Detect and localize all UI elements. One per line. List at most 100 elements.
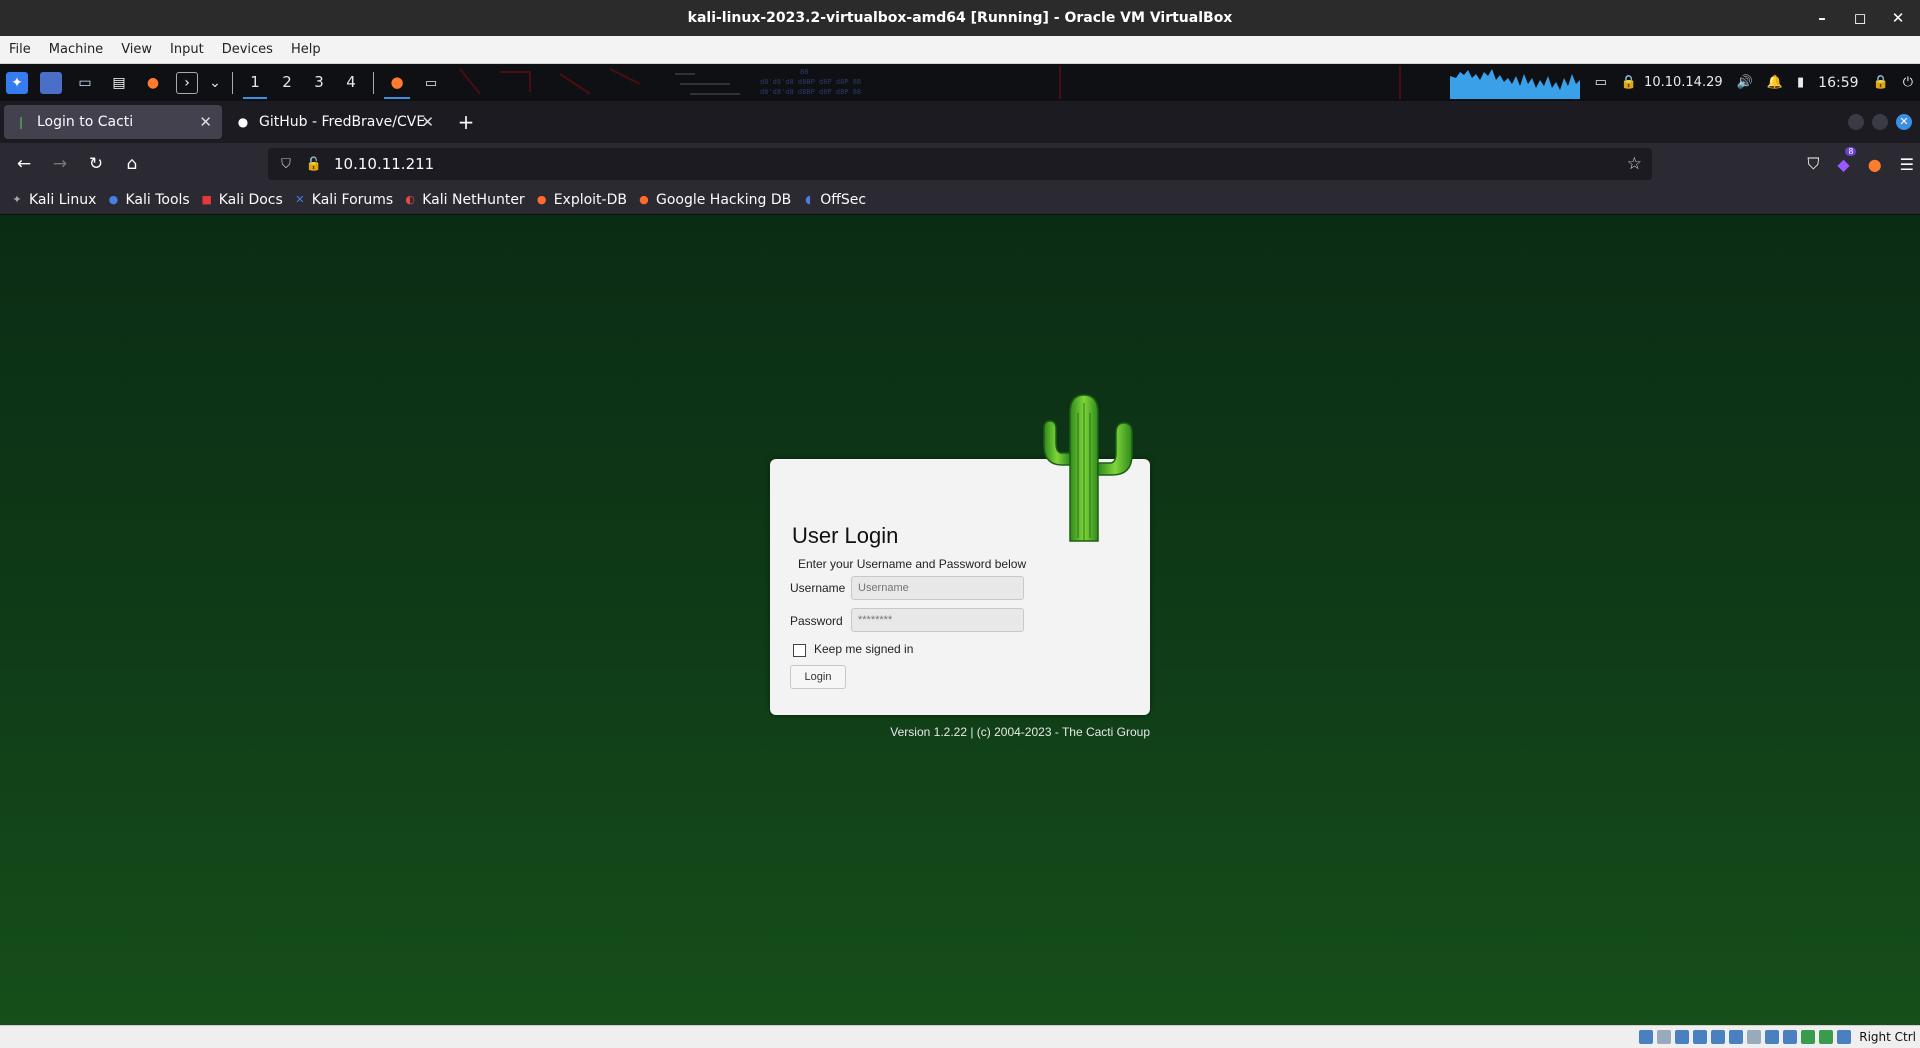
workspace-1[interactable]: 1 <box>239 64 271 101</box>
lock-screen-icon[interactable]: 🔒 <box>1873 75 1889 90</box>
bookmark-label: OffSec <box>820 191 867 208</box>
power-icon[interactable]: ⏻ <box>1903 75 1913 90</box>
extension-badge: 8 <box>1845 146 1857 156</box>
volume-icon[interactable]: 🔊 <box>1737 75 1753 90</box>
bookmark-kali-forums[interactable]: ✕ Kali Forums <box>293 192 393 208</box>
shield-icon[interactable]: ⛉ <box>276 157 296 172</box>
maximize-icon[interactable]: ◻ <box>1852 9 1868 27</box>
offsec-icon: ◖ <box>805 193 812 206</box>
url-text[interactable]: 10.10.11.211 <box>334 155 434 173</box>
bookmark-exploit-db[interactable]: ● Exploit-DB <box>535 192 627 208</box>
vbox-title-bar: kali-linux-2023.2-virtualbox-amd64 [Runn… <box>0 0 1920 36</box>
show-desktop-icon[interactable] <box>40 71 62 94</box>
username-input[interactable] <box>851 576 1024 600</box>
reload-icon[interactable]: ↻ <box>78 154 114 174</box>
guest-additions-icon[interactable] <box>1801 1030 1816 1044</box>
bookmark-kali-linux[interactable]: ✦ Kali Linux <box>10 192 96 208</box>
taskbar-firefox[interactable]: ● <box>380 64 414 101</box>
menu-help[interactable]: Help <box>282 42 330 57</box>
tab-github[interactable]: ● GitHub - FredBrave/CVE- ✕ <box>226 105 444 139</box>
remember-me-label[interactable]: Keep me signed in <box>814 642 913 656</box>
bookmark-label: Kali Forums <box>311 191 394 208</box>
bookmark-google-hacking-db[interactable]: ● Google Hacking DB <box>637 192 791 208</box>
menu-machine[interactable]: Machine <box>40 42 112 57</box>
panel-tray: ▭ 🔒 10.10.14.29 🔊 🔔 ▮ 16:59 🔒 ⏻ <box>1449 64 1920 101</box>
new-tab-plus-icon[interactable]: + <box>454 110 478 134</box>
display-icon[interactable] <box>1747 1030 1762 1044</box>
login-title: User Login <box>792 523 899 548</box>
password-input[interactable] <box>851 608 1024 632</box>
optical-drive-icon[interactable] <box>1657 1030 1672 1044</box>
vpn-ip: 10.10.14.29 <box>1644 75 1723 90</box>
workspace-4[interactable]: 4 <box>335 64 367 101</box>
workspace-2[interactable]: 2 <box>271 64 303 101</box>
forward-arrow-icon[interactable]: → <box>42 154 78 174</box>
password-label: Password <box>790 614 843 628</box>
menu-view[interactable]: View <box>112 42 161 57</box>
bookmark-label: Kali Linux <box>29 191 97 208</box>
network-icon[interactable]: ▭ <box>1595 75 1607 90</box>
login-subtitle: Enter your Username and Password below <box>798 557 1027 571</box>
recording-icon[interactable] <box>1765 1030 1780 1044</box>
hamburger-menu-icon[interactable]: ☰ <box>1900 155 1914 174</box>
harddisk-icon[interactable] <box>1639 1030 1654 1044</box>
mouse-integration-icon[interactable] <box>1819 1030 1834 1044</box>
window-minimize-icon[interactable] <box>1848 114 1864 130</box>
vbox-menu-bar: File Machine View Input Devices Help <box>0 36 1920 64</box>
clock[interactable]: 16:59 <box>1818 75 1858 91</box>
cpu-graph <box>1449 66 1580 99</box>
file-manager-icon[interactable]: ▭ <box>74 72 96 94</box>
bookmark-star-icon[interactable]: ☆ <box>1627 154 1642 174</box>
bookmark-kali-tools[interactable]: ● Kali Tools <box>106 192 190 208</box>
bookmarks-bar: ✦ Kali Linux ● Kali Tools ■ Kali Docs ✕ Kali… <box>0 185 1920 215</box>
page-content: User Login Enter your Username and Passw… <box>0 215 1920 1025</box>
close-icon[interactable]: ✕ <box>1890 9 1906 27</box>
text-editor-icon[interactable]: ▤ <box>108 72 130 94</box>
menu-file[interactable]: File <box>0 42 40 57</box>
firefox-account-icon[interactable]: ● <box>1868 155 1882 174</box>
pocket-icon[interactable]: ⛉ <box>1807 154 1819 174</box>
menu-input[interactable]: Input <box>161 42 213 57</box>
login-button[interactable]: Login <box>790 665 846 689</box>
chevron-down-icon[interactable]: ⌄ <box>209 72 221 94</box>
firefox-icon[interactable]: ● <box>142 72 164 94</box>
bookmark-label: Kali Docs <box>218 191 283 208</box>
kali-tools-icon: ● <box>108 193 119 206</box>
usb-icon[interactable] <box>1711 1030 1726 1044</box>
tab-close-icon[interactable]: ✕ <box>199 113 212 131</box>
taskbar-terminal[interactable]: ▭ <box>414 64 448 101</box>
github-favicon-icon: ● <box>237 115 249 129</box>
not-secure-lock-icon[interactable]: 🔓 <box>304 157 324 172</box>
tab-title: Login to Cacti <box>37 114 134 130</box>
bookmark-label: Google Hacking DB <box>655 191 792 208</box>
window-maximize-icon[interactable] <box>1872 114 1888 130</box>
tab-close-icon[interactable]: ✕ <box>421 113 434 131</box>
bookmark-label: Kali NetHunter <box>422 191 525 208</box>
bookmark-kali-nethunter[interactable]: ◐ Kali NetHunter <box>403 192 524 208</box>
terminal-icon[interactable]: › <box>176 71 198 94</box>
keyboard-icon[interactable] <box>1837 1030 1852 1044</box>
menu-devices[interactable]: Devices <box>213 42 282 57</box>
host-key-label: Right Ctrl <box>1859 1030 1916 1044</box>
url-bar[interactable]: ⛉ 🔓 10.10.11.211 ☆ <box>268 148 1652 180</box>
home-icon[interactable]: ⌂ <box>114 154 150 174</box>
network-adapter-icon[interactable] <box>1693 1030 1708 1044</box>
back-arrow-icon[interactable]: ← <box>6 154 42 174</box>
browser-tab-strip: ❘ Login to Cacti ✕ ● GitHub - FredBrave/… <box>0 101 1920 143</box>
ghdb-icon: ● <box>639 193 649 206</box>
cpu-icon[interactable] <box>1783 1030 1798 1044</box>
window-close-icon[interactable]: ✕ <box>1896 114 1912 130</box>
tab-login-to-cacti[interactable]: ❘ Login to Cacti ✕ <box>4 105 222 139</box>
bookmark-kali-docs[interactable]: ■ Kali Docs <box>200 192 283 208</box>
extension-icon[interactable]: ◆ 8 <box>1837 146 1857 174</box>
battery-icon: ▮ <box>1797 75 1805 90</box>
remember-me-checkbox[interactable] <box>793 644 806 657</box>
shared-folders-icon[interactable] <box>1729 1030 1744 1044</box>
notification-bell-icon[interactable]: 🔔 <box>1767 75 1783 90</box>
minimize-icon[interactable]: – <box>1814 9 1830 27</box>
audio-icon[interactable] <box>1675 1030 1690 1044</box>
bookmark-offsec[interactable]: ◖ OffSec <box>801 192 866 208</box>
kali-docs-icon: ■ <box>201 193 212 206</box>
workspace-3[interactable]: 3 <box>303 64 335 101</box>
kali-menu-icon[interactable]: ✦ <box>6 71 28 94</box>
